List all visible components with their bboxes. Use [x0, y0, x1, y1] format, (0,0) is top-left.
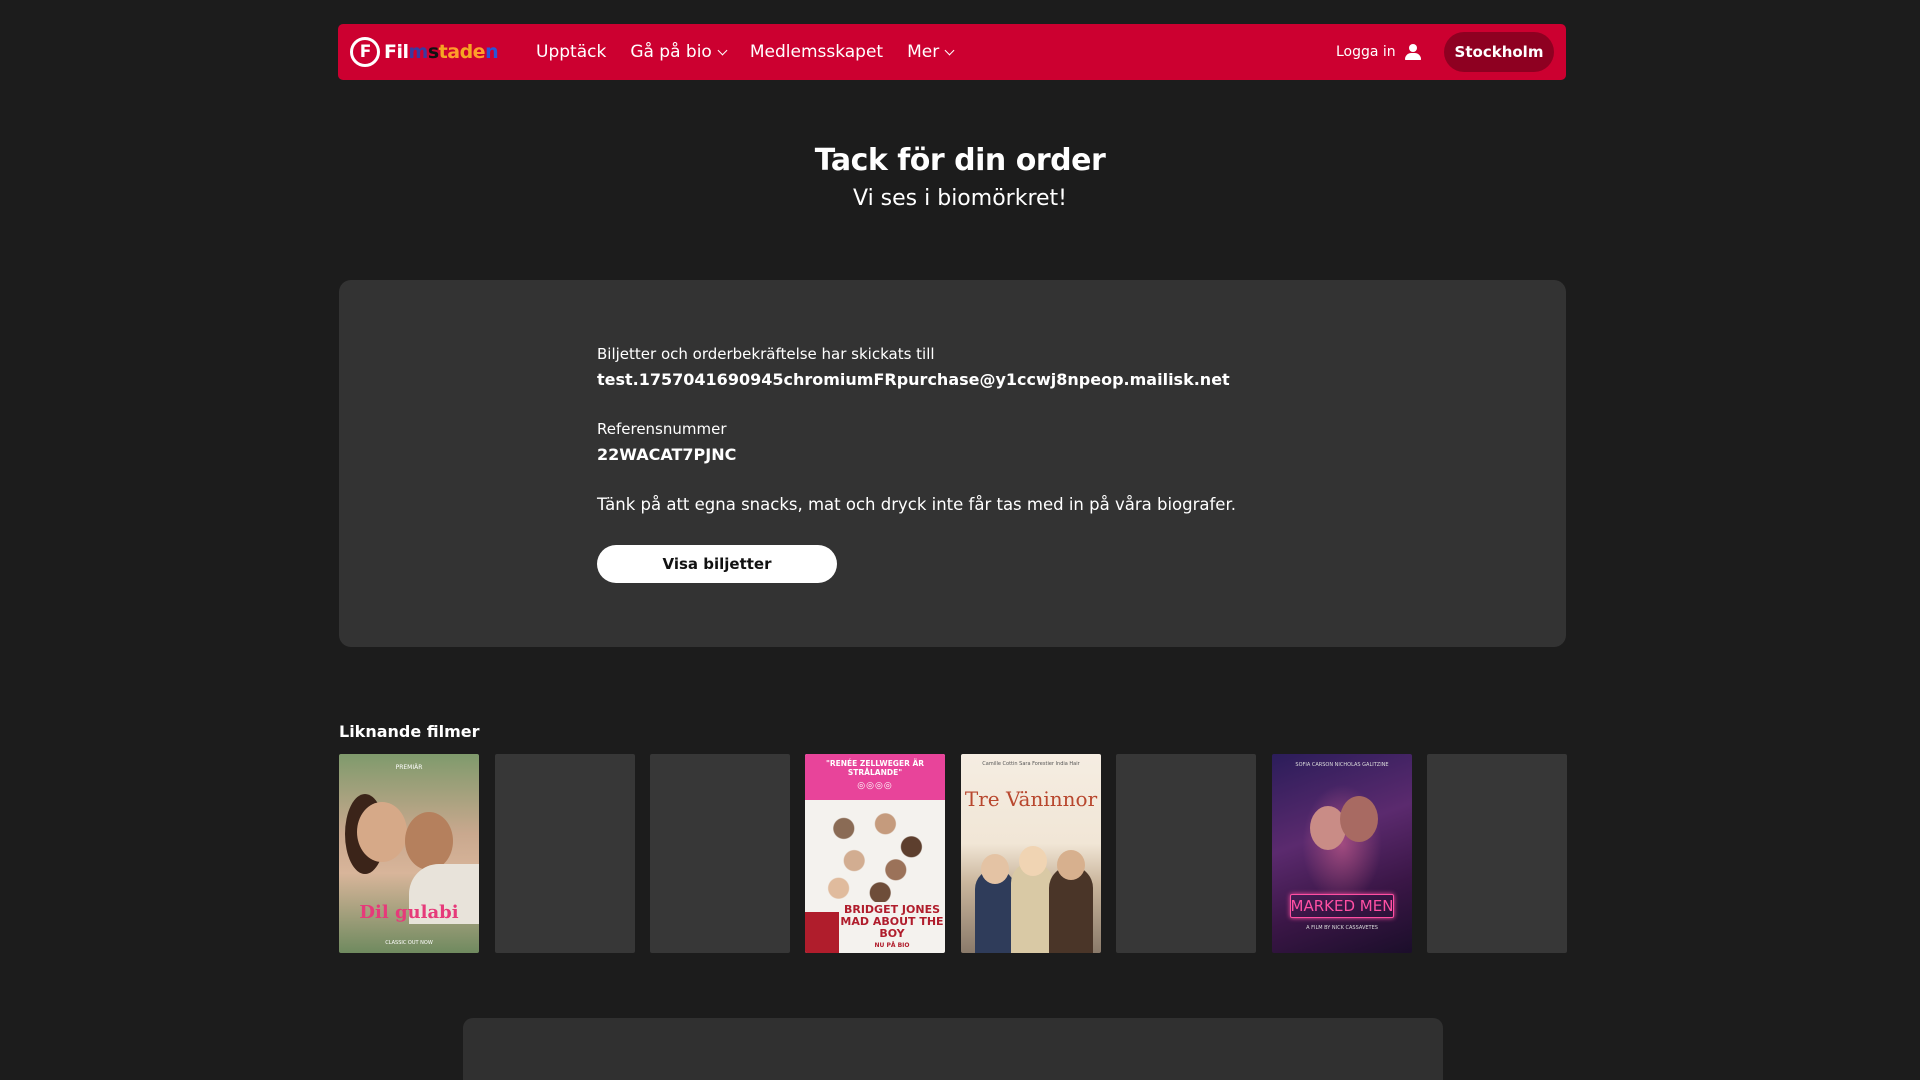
nav-item-mer[interactable]: Mer	[907, 42, 955, 62]
movie-poster-placeholder[interactable]	[650, 754, 790, 953]
movie-poster-placeholder[interactable]	[1427, 754, 1567, 953]
chevron-down-icon	[717, 45, 728, 55]
nav-item-label: Medlemsskapet	[749, 42, 884, 62]
snacks-note: Tänk på att egna snacks, mat och dryck i…	[597, 495, 1236, 514]
poster-title: Tre Väninnor	[964, 787, 1098, 811]
page-title: Tack för din order	[814, 143, 1106, 178]
reference-number: 22WACAT7PJNC	[597, 445, 737, 464]
similar-films-row: PREMIÄR Dil gulabi CLASSIC OUT NOW "RENÉ…	[339, 754, 1567, 953]
poster-title: Dil gulabi	[359, 902, 459, 923]
movie-poster-placeholder[interactable]	[495, 754, 635, 953]
poster-title: BRIDGET JONES MAD ABOUT THE BOY	[840, 903, 944, 940]
filmstaden-logo-icon: F	[350, 37, 380, 67]
filmstaden-logo[interactable]: F Filmstaden	[350, 34, 499, 70]
nav-item-label: Upptäck	[536, 42, 607, 62]
logo-text: Filmstaden	[384, 41, 499, 63]
poster-top-text: SOFIA CARSON NICHOLAS GALITZINE	[1295, 762, 1389, 768]
order-confirmation-card: Biljetter och orderbekräftelse har skick…	[339, 280, 1566, 647]
movie-poster[interactable]: PREMIÄR Dil gulabi CLASSIC OUT NOW	[339, 754, 479, 953]
poster-bottom-text: NU PÅ BIO	[874, 942, 910, 949]
poster-quote: "RENÉE ZELLWEGER ÄR STRÅLANDE"	[825, 759, 925, 777]
movie-poster-placeholder[interactable]	[1116, 754, 1256, 953]
city-select-button[interactable]: Stockholm	[1444, 32, 1554, 72]
user-icon	[1404, 43, 1422, 61]
poster-top-text: PREMIÄR	[395, 764, 423, 771]
sent-to-label: Biljetter och orderbekräftelse har skick…	[597, 345, 935, 363]
nav-item-medlemsskapet[interactable]: Medlemsskapet	[750, 42, 883, 62]
nav-item-label: Mer	[907, 42, 940, 62]
login-label: Logga in	[1336, 44, 1396, 60]
page-subtitle: Vi ses i biomörkret!	[853, 186, 1067, 211]
poster-bottom-text: CLASSIC OUT NOW	[385, 940, 433, 946]
nav-item-label: Gå på bio	[630, 42, 712, 62]
nav-item-ga-pa-bio[interactable]: Gå på bio	[630, 42, 728, 62]
poster-title: MARKED MEN	[1290, 897, 1394, 915]
movie-poster[interactable]: SOFIA CARSON NICHOLAS GALITZINE MARKED M…	[1272, 754, 1412, 953]
login-link[interactable]: Logga in	[1336, 24, 1422, 80]
reference-label: Referensnummer	[597, 420, 727, 438]
bottom-panel	[463, 1018, 1443, 1080]
chevron-down-icon	[944, 45, 955, 55]
poster-top-text: Camille Cottin Sara Forestier India Hair	[982, 761, 1080, 767]
poster-bottom-text: A FILM BY NICK CASSAVETES	[1306, 925, 1378, 931]
movie-poster[interactable]: Camille Cottin Sara Forestier India Hair…	[961, 754, 1101, 953]
top-navbar: F Filmstaden Upptäck Gå på bio Medlemssk…	[338, 24, 1566, 80]
poster-rating: ◎◎◎◎	[857, 781, 893, 791]
movie-poster[interactable]: "RENÉE ZELLWEGER ÄR STRÅLANDE" ◎◎◎◎ BRID…	[805, 754, 945, 953]
nav-item-upptack[interactable]: Upptäck	[536, 42, 606, 62]
email-value: test.1757041690945chromiumFRpurchase@y1c…	[597, 370, 1230, 389]
show-tickets-button[interactable]: Visa biljetter	[597, 545, 837, 583]
main-nav: Upptäck Gå på bio Medlemsskapet Mer	[536, 24, 955, 80]
similar-films-title: Liknande filmer	[339, 722, 480, 741]
